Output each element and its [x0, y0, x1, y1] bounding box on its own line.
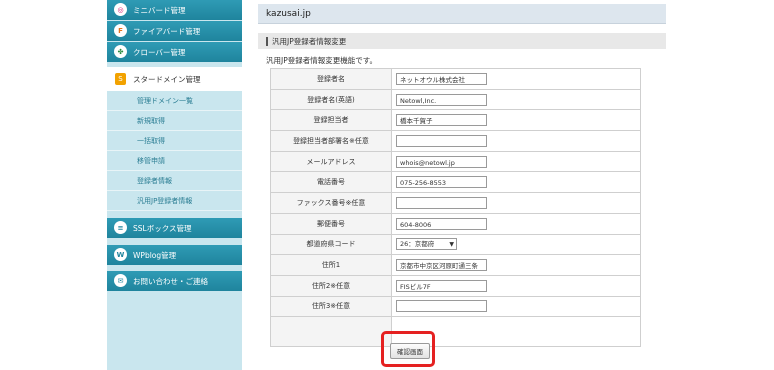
- email-label: メールアドレス: [270, 150, 392, 173]
- sidebar-item-star-domain[interactable]: S スタードメイン管理: [107, 67, 242, 91]
- submenu-transfer-request[interactable]: 移管申請: [107, 151, 242, 171]
- submenu-bulk-registration[interactable]: 一括取得: [107, 131, 242, 151]
- address2-label: 住所2※任意: [270, 274, 392, 297]
- fax-label: ファックス番号※任意: [270, 192, 392, 214]
- sidebar-item-label: スタードメイン管理: [133, 74, 201, 84]
- form-row: 電話番号 075-256-8553: [270, 171, 641, 194]
- form-row: 住所3※任意: [270, 295, 641, 318]
- domain-name: kazusai.jp: [266, 8, 311, 19]
- form-row: 郵便番号 604-8006: [270, 212, 641, 235]
- registrant-name-en-label: 登録者名(英語): [270, 88, 392, 111]
- form-row: 登録者名(英語) Netowl,Inc.: [270, 88, 641, 111]
- domain-header: kazusai.jp: [258, 4, 666, 24]
- section-title: 汎用JP登録者情報変更: [258, 33, 666, 49]
- contact-icon: ✉: [114, 274, 127, 287]
- sidebar-item-label: SSLボックス管理: [133, 223, 192, 233]
- form-row: 住所1 京都市中京区河原町通三条: [270, 254, 641, 276]
- form-row: メールアドレス whois@netowl.jp: [270, 150, 641, 173]
- sidebar-item-ssl-box[interactable]: ≡ SSLボックス管理: [107, 218, 242, 238]
- sidebar-item-label: ミニバード管理: [133, 5, 186, 15]
- wordpress-icon: W: [114, 248, 127, 261]
- minibird-icon: ◎: [114, 3, 127, 16]
- form-row: 住所2※任意 FISビル7F: [270, 274, 641, 297]
- postal-code-label: 郵便番号: [270, 212, 392, 235]
- submenu-registrant-info[interactable]: 登録者情報: [107, 171, 242, 191]
- registrant-name-label: 登録者名: [270, 68, 392, 90]
- postal-code-input[interactable]: 604-8006: [396, 217, 487, 230]
- address1-input[interactable]: 京都市中京区河原町通三条: [396, 259, 487, 272]
- department-input[interactable]: [396, 134, 487, 147]
- form-row: 登録者名 ネットオウル株式会社: [270, 68, 641, 90]
- fax-input[interactable]: [396, 196, 487, 209]
- department-label: 登録担当者部署名※任意: [270, 130, 392, 152]
- form-row: 登録担当者 橋本千賀子: [270, 109, 641, 132]
- address3-label: 住所3※任意: [270, 295, 392, 318]
- sidebar-item-label: WPblog管理: [133, 250, 177, 260]
- sidebar-item-clover[interactable]: ✤ クローバー管理: [107, 42, 242, 62]
- chevron-down-icon: ▼: [449, 240, 454, 248]
- address3-input[interactable]: [396, 300, 487, 313]
- sidebar-item-label: ファイアバード管理: [133, 26, 201, 36]
- section-title-text: 汎用JP登録者情報変更: [272, 36, 347, 46]
- submenu-jp-registrant-info[interactable]: 汎用JP登録者情報: [107, 191, 242, 211]
- registrant-name-en-input[interactable]: Netowl,Inc.: [396, 93, 487, 106]
- ssl-icon: ≡: [114, 221, 127, 234]
- sidebar-item-wpblog[interactable]: W WPblog管理: [107, 245, 242, 265]
- email-input[interactable]: whois@netowl.jp: [396, 155, 487, 168]
- prefecture-select[interactable]: 26：京都府 ▼: [396, 238, 457, 251]
- sidebar-item-label: クローバー管理: [133, 47, 186, 57]
- confirm-button[interactable]: 確認画面: [390, 343, 430, 359]
- address2-input[interactable]: FISビル7F: [396, 279, 487, 292]
- form-row: ファックス番号※任意: [270, 192, 641, 214]
- form-row: 都道府県コード 26：京都府 ▼: [270, 233, 641, 256]
- firebird-icon: F: [114, 24, 127, 37]
- prefecture-label: 都道府県コード: [270, 233, 392, 256]
- phone-input[interactable]: 075-256-8553: [396, 176, 487, 189]
- contact-person-input[interactable]: 橋本千賀子: [396, 114, 487, 127]
- contact-person-label: 登録担当者: [270, 109, 392, 132]
- submenu-new-registration[interactable]: 新規取得: [107, 111, 242, 131]
- submenu-domain-list[interactable]: 管理ドメイン一覧: [107, 91, 242, 111]
- submit-row-label: [270, 316, 392, 348]
- form-row: 登録担当者部署名※任意: [270, 130, 641, 152]
- sidebar-item-contact[interactable]: ✉ お問い合わせ・ご連絡: [107, 271, 242, 291]
- star-domain-icon: S: [115, 73, 126, 85]
- sidebar-item-label: お問い合わせ・ご連絡: [133, 276, 208, 286]
- section-description: 汎用JP登録者情報変更機能です。: [266, 56, 377, 65]
- address1-label: 住所1: [270, 254, 392, 276]
- form-row: [270, 316, 641, 348]
- sidebar-item-minibird[interactable]: ◎ ミニバード管理: [107, 0, 242, 20]
- phone-label: 電話番号: [270, 171, 392, 194]
- sidebar: ◎ ミニバード管理 F ファイアバード管理 ✤ クローバー管理 S スタードメイ…: [107, 0, 242, 370]
- sidebar-item-firebird[interactable]: F ファイアバード管理: [107, 21, 242, 41]
- registrant-form: 登録者名 ネットオウル株式会社 登録者名(英語) Netowl,Inc. 登録担…: [270, 68, 641, 348]
- prefecture-selected-value: 26：京都府: [400, 239, 435, 248]
- clover-icon: ✤: [114, 45, 127, 58]
- registrant-name-input[interactable]: ネットオウル株式会社: [396, 72, 487, 85]
